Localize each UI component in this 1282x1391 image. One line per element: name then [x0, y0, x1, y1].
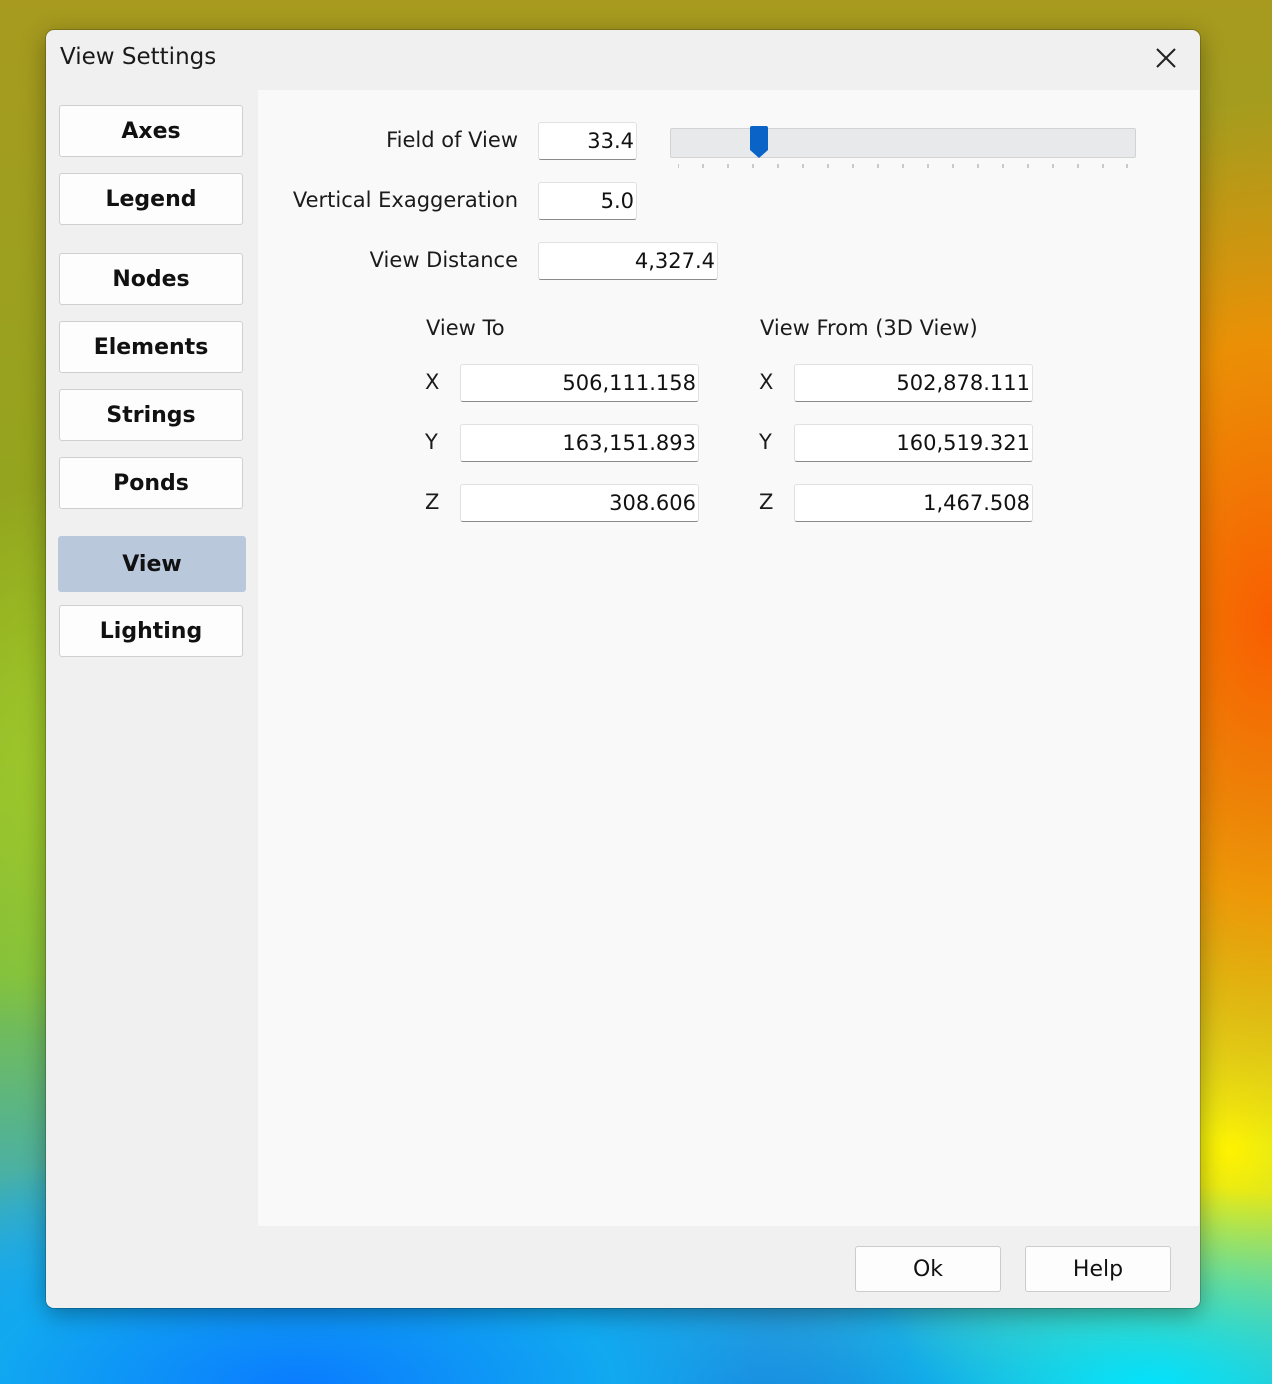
view-to-y-label: Y [425, 430, 438, 454]
help-button[interactable]: Help [1025, 1246, 1171, 1292]
view-from-y-input[interactable] [794, 424, 1033, 462]
field-of-view-slider-thumb[interactable] [749, 126, 769, 160]
torn-edge-right [1272, 0, 1282, 1391]
view-from-z-input[interactable] [794, 484, 1033, 522]
view-to-x-label: X [425, 370, 440, 394]
view-to-y-input[interactable] [460, 424, 699, 462]
field-of-view-slider-track[interactable] [670, 128, 1136, 158]
close-button[interactable] [1146, 38, 1186, 78]
sidebar-item-view[interactable]: View [58, 536, 246, 592]
slider-ticks [678, 164, 1128, 168]
view-from-x-input[interactable] [794, 364, 1033, 402]
torn-edge-bottom [0, 1384, 1282, 1391]
sidebar-item-strings[interactable]: Strings [59, 389, 243, 441]
vertical-exaggeration-input[interactable] [538, 182, 637, 220]
view-to-x-input[interactable] [460, 364, 699, 402]
view-from-heading: View From (3D View) [760, 316, 978, 340]
dialog-title: View Settings [60, 44, 217, 70]
ok-button[interactable]: Ok [855, 1246, 1001, 1292]
view-from-x-label: X [759, 370, 774, 394]
view-from-y-label: Y [759, 430, 772, 454]
sidebar-item-elements[interactable]: Elements [59, 321, 243, 373]
view-to-z-input[interactable] [460, 484, 699, 522]
sidebar-item-legend[interactable]: Legend [59, 173, 243, 225]
view-distance-input[interactable] [538, 242, 718, 280]
close-icon [1156, 48, 1176, 68]
field-of-view-label: Field of View [386, 128, 518, 152]
view-distance-label: View Distance [369, 248, 518, 272]
view-settings-panel: Field of View Vertical Exaggeration View… [258, 90, 1199, 1226]
sidebar-item-nodes[interactable]: Nodes [59, 253, 243, 305]
view-to-heading: View To [426, 316, 505, 340]
sidebar-item-axes[interactable]: Axes [59, 105, 243, 157]
view-settings-dialog: View Settings Axes Legend Nodes Elements… [46, 30, 1200, 1308]
view-to-z-label: Z [425, 490, 440, 514]
view-from-z-label: Z [759, 490, 774, 514]
sidebar-item-ponds[interactable]: Ponds [59, 457, 243, 509]
field-of-view-input[interactable] [538, 122, 637, 160]
sidebar-item-lighting[interactable]: Lighting [59, 605, 243, 657]
vertical-exaggeration-label: Vertical Exaggeration [292, 188, 518, 212]
